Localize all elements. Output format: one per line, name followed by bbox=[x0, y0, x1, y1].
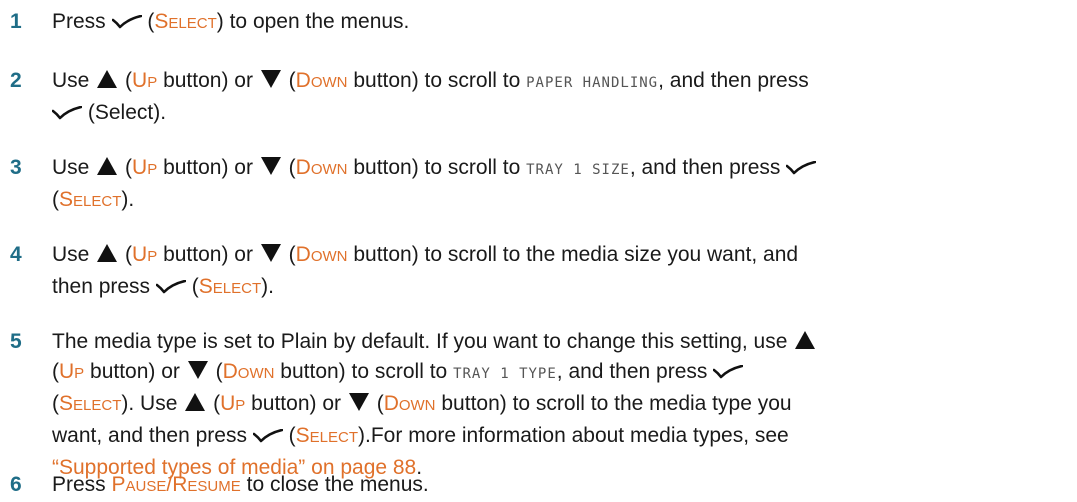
check-icon bbox=[52, 106, 82, 120]
check-icon bbox=[786, 161, 816, 175]
select-button-label: SELECT bbox=[59, 188, 122, 211]
down-arrow-icon bbox=[261, 70, 281, 88]
step-number: 6 bbox=[10, 473, 22, 496]
check-icon bbox=[253, 429, 283, 443]
up-arrow-icon bbox=[185, 393, 205, 411]
check-icon bbox=[713, 365, 743, 379]
procedure-steps: 1 Press (SELECT) to open the menus. 2 Us… bbox=[0, 0, 1077, 498]
up-arrow-icon bbox=[795, 331, 815, 349]
down-button-label: DOWN bbox=[383, 392, 436, 415]
up-button-label: UP bbox=[132, 156, 158, 179]
up-arrow-icon bbox=[97, 70, 117, 88]
down-arrow-icon bbox=[261, 157, 281, 175]
down-arrow-icon bbox=[349, 393, 369, 411]
down-button-label: DOWN bbox=[222, 360, 275, 383]
down-arrow-icon bbox=[261, 244, 281, 262]
pause-resume-button-label: PAUSE/RESUME bbox=[111, 473, 241, 496]
select-button-label: SELECT bbox=[154, 10, 217, 33]
step-text: to open the menus. bbox=[229, 10, 410, 33]
select-button-label: SELECT bbox=[59, 392, 122, 415]
lcd-menu-text: TRAY 1 SIZE bbox=[526, 162, 630, 178]
select-button-label: SELECT bbox=[295, 424, 359, 447]
up-button-label: UP bbox=[59, 360, 85, 383]
step-text: Press bbox=[52, 10, 106, 33]
up-button-label: UP bbox=[132, 69, 158, 92]
down-button-label: DOWN bbox=[295, 69, 348, 92]
step-number: 5 bbox=[10, 330, 22, 353]
lcd-menu-text: PAPER HANDLING bbox=[526, 75, 659, 91]
up-button-label: UP bbox=[220, 392, 246, 415]
step-number: 4 bbox=[10, 243, 22, 266]
down-button-label: DOWN bbox=[295, 156, 348, 179]
step-number: 2 bbox=[10, 69, 22, 92]
up-button-label: UP bbox=[132, 243, 158, 266]
up-arrow-icon bbox=[97, 244, 117, 262]
select-button-label: SELECT bbox=[198, 275, 262, 298]
step-number: 3 bbox=[10, 156, 22, 179]
check-icon bbox=[112, 15, 142, 29]
down-arrow-icon bbox=[188, 361, 208, 379]
down-button-label: DOWN bbox=[295, 243, 348, 266]
check-icon bbox=[156, 280, 186, 294]
step-number: 1 bbox=[10, 10, 22, 33]
up-arrow-icon bbox=[97, 157, 117, 175]
lcd-menu-text: TRAY 1 TYPE bbox=[453, 366, 557, 382]
